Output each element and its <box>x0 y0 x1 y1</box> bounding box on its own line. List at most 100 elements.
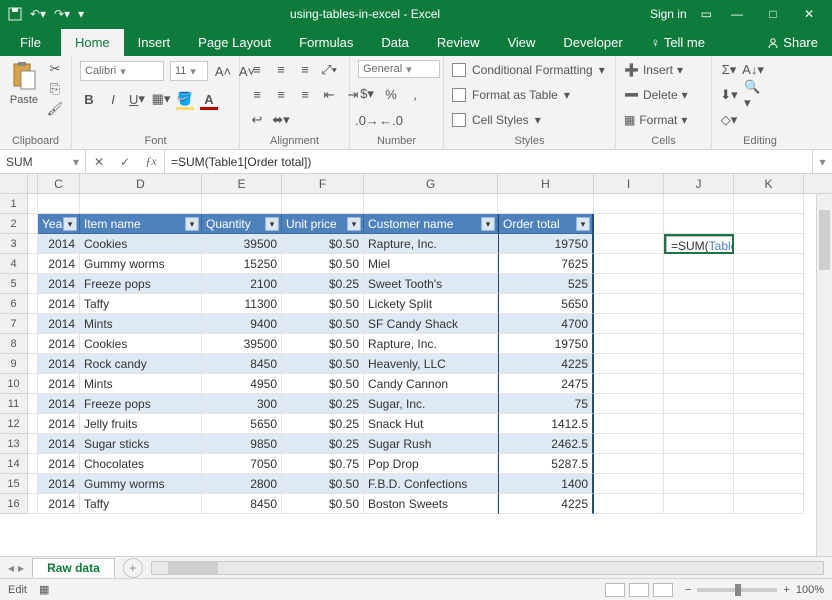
cell-order-total[interactable]: 75 <box>498 394 594 414</box>
horizontal-scrollbar[interactable] <box>151 561 824 575</box>
page-layout-view-button[interactable] <box>629 583 649 597</box>
cell[interactable] <box>734 414 804 434</box>
cell[interactable] <box>664 374 734 394</box>
cell-unit-price[interactable]: $0.50 <box>282 374 364 394</box>
wrap-text-icon[interactable]: ↩ <box>248 111 266 129</box>
cell[interactable] <box>28 234 38 254</box>
cell[interactable] <box>594 414 664 434</box>
sheet-nav-next-icon[interactable]: ▸ <box>18 561 24 575</box>
cell-unit-price[interactable]: $0.25 <box>282 394 364 414</box>
tab-insert[interactable]: Insert <box>124 29 185 56</box>
cell-unit-price[interactable]: $0.25 <box>282 414 364 434</box>
cell-item[interactable]: Freeze pops <box>80 274 202 294</box>
undo-icon[interactable]: ↶▾ <box>30 7 46 21</box>
cell-customer[interactable]: SF Candy Shack <box>364 314 498 334</box>
col-header[interactable]: H <box>498 174 594 193</box>
cell-customer[interactable]: Rapture, Inc. <box>364 334 498 354</box>
col-header[interactable]: C <box>38 174 80 193</box>
cell[interactable] <box>734 374 804 394</box>
cell-order-total[interactable]: 4225 <box>498 494 594 514</box>
sheet-tab-raw-data[interactable]: Raw data <box>32 558 115 577</box>
cell[interactable] <box>734 334 804 354</box>
cell-customer[interactable]: Lickety Split <box>364 294 498 314</box>
cell[interactable] <box>594 214 664 234</box>
zoom-out-button[interactable]: − <box>685 584 691 596</box>
cell[interactable] <box>734 394 804 414</box>
cell[interactable] <box>80 194 202 214</box>
qat-customize-icon[interactable]: ▾ <box>78 7 84 21</box>
percent-format-icon[interactable]: % <box>382 85 400 103</box>
cell[interactable] <box>594 394 664 414</box>
cell-item[interactable]: Cookies <box>80 334 202 354</box>
row-header[interactable]: 4 <box>0 254 28 274</box>
cell-unit-price[interactable]: $0.50 <box>282 334 364 354</box>
decrease-decimal-icon[interactable]: ←.0 <box>382 111 400 129</box>
cell-item[interactable]: Mints <box>80 374 202 394</box>
zoom-slider[interactable] <box>697 588 777 592</box>
cell[interactable] <box>28 494 38 514</box>
align-center-icon[interactable]: ≡ <box>272 86 290 104</box>
row-header[interactable]: 12 <box>0 414 28 434</box>
row-header[interactable]: 5 <box>0 274 28 294</box>
cell-order-total[interactable]: 2475 <box>498 374 594 394</box>
cell-year[interactable]: 2014 <box>38 294 80 314</box>
delete-cells-button[interactable]: ➖ Delete ▾ <box>624 85 688 104</box>
cell[interactable] <box>734 434 804 454</box>
conditional-formatting-button[interactable]: Conditional Formatting▾ <box>452 60 605 79</box>
row-header[interactable]: 13 <box>0 434 28 454</box>
cell[interactable] <box>28 434 38 454</box>
cell[interactable] <box>594 494 664 514</box>
cell[interactable] <box>594 254 664 274</box>
cell-year[interactable]: 2014 <box>38 454 80 474</box>
cell-order-total[interactable]: 2462.5 <box>498 434 594 454</box>
cell[interactable] <box>594 234 664 254</box>
cell-unit-price[interactable]: $0.25 <box>282 434 364 454</box>
cell-unit-price[interactable]: $0.50 <box>282 494 364 514</box>
cell[interactable] <box>594 474 664 494</box>
cell-year[interactable]: 2014 <box>38 274 80 294</box>
cell[interactable] <box>664 454 734 474</box>
cell[interactable] <box>664 354 734 374</box>
italic-button[interactable]: I <box>104 90 122 108</box>
cell[interactable] <box>28 334 38 354</box>
cell-order-total[interactable]: 1412.5 <box>498 414 594 434</box>
table-header-quantity[interactable]: Quantity▾ <box>202 214 282 234</box>
cell-year[interactable]: 2014 <box>38 414 80 434</box>
maximize-button[interactable]: □ <box>762 7 784 21</box>
cell-customer[interactable]: Sweet Tooth's <box>364 274 498 294</box>
cell[interactable] <box>734 454 804 474</box>
tab-developer[interactable]: Developer <box>549 29 636 56</box>
cell-item[interactable]: Gummy worms <box>80 254 202 274</box>
row-header[interactable]: 3 <box>0 234 28 254</box>
cell-customer[interactable]: Sugar Rush <box>364 434 498 454</box>
cell[interactable] <box>28 394 38 414</box>
save-icon[interactable] <box>8 7 22 21</box>
tab-review[interactable]: Review <box>423 29 494 56</box>
cell-quantity[interactable]: 39500 <box>202 334 282 354</box>
cell[interactable] <box>664 214 734 234</box>
cell-quantity[interactable]: 9400 <box>202 314 282 334</box>
cell[interactable] <box>664 394 734 414</box>
cell-customer[interactable]: Snack Hut <box>364 414 498 434</box>
filter-dropdown-icon[interactable]: ▾ <box>63 217 77 231</box>
cell-unit-price[interactable]: $0.50 <box>282 294 364 314</box>
table-header-year[interactable]: Year▾ <box>38 214 80 234</box>
expand-formula-bar-icon[interactable]: ▾ <box>812 150 832 173</box>
cell-quantity[interactable]: 11300 <box>202 294 282 314</box>
minimize-button[interactable]: — <box>726 7 748 21</box>
cell[interactable] <box>28 354 38 374</box>
active-cell[interactable]: =SUM(Table1[Order total]) <box>664 234 734 254</box>
cell-order-total[interactable]: 7625 <box>498 254 594 274</box>
row-header[interactable]: 2 <box>0 214 28 234</box>
cell[interactable] <box>594 354 664 374</box>
tab-tell-me[interactable]: ♀ Tell me <box>637 29 719 56</box>
accounting-format-icon[interactable]: $▾ <box>358 85 376 103</box>
align-top-icon[interactable]: ≡ <box>248 61 266 79</box>
cell-order-total[interactable]: 19750 <box>498 334 594 354</box>
cell-order-total[interactable]: 1400 <box>498 474 594 494</box>
tab-home[interactable]: Home <box>61 29 124 56</box>
cell-quantity[interactable]: 2100 <box>202 274 282 294</box>
cell-item[interactable]: Sugar sticks <box>80 434 202 454</box>
cell-year[interactable]: 2014 <box>38 474 80 494</box>
cell[interactable] <box>28 374 38 394</box>
